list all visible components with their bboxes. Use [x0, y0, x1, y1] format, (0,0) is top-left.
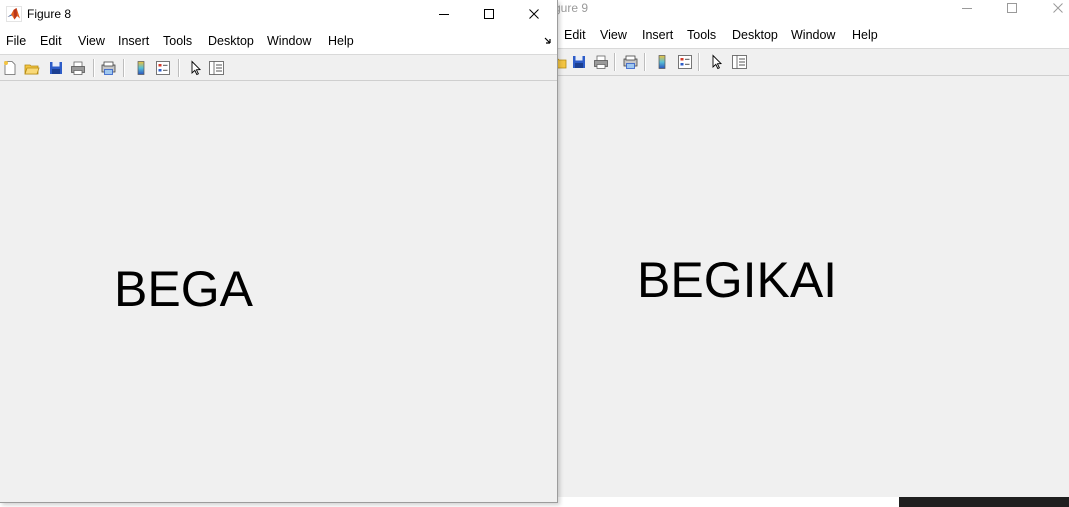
property-inspector-button[interactable]	[207, 58, 226, 77]
save-button[interactable]	[569, 52, 588, 71]
figure-8-window[interactable]: Figure 8 File Edit View Insert Tools Des…	[0, 0, 558, 503]
maximize-icon	[484, 9, 494, 19]
menu-help[interactable]: Help	[328, 28, 354, 54]
save-icon	[49, 61, 62, 74]
figure-9-menubar: Edit View Insert Tools Desktop Window He…	[540, 22, 1069, 49]
colorbar-icon	[658, 54, 665, 69]
figure-9-canvas[interactable]: BEGIKAI	[558, 76, 1069, 497]
legend-button[interactable]	[153, 58, 172, 77]
menu-edit[interactable]: Edit	[564, 22, 586, 48]
pointer-icon	[191, 59, 201, 75]
figure-8-toolbar	[0, 55, 557, 81]
menu-window[interactable]: Window	[791, 22, 835, 48]
maximize-button[interactable]	[989, 0, 1035, 16]
pointer-button[interactable]	[707, 52, 726, 71]
menu-edit[interactable]: Edit	[40, 28, 62, 54]
print-preview-button[interactable]	[621, 52, 640, 71]
minimize-button[interactable]	[421, 0, 467, 28]
figure-9-text-label: BEGIKAI	[637, 252, 838, 308]
property-inspector-icon	[732, 54, 747, 69]
minimize-button[interactable]	[944, 0, 990, 16]
toolbar-separator	[614, 53, 616, 71]
open-file-icon	[23, 64, 40, 74]
figure-9-window[interactable]: gure 9 Edit View Insert Tools Desktop Wi…	[540, 0, 1069, 497]
toolbar-separator	[93, 59, 95, 77]
new-figure-icon	[3, 60, 15, 75]
menu-file[interactable]: File	[6, 28, 26, 54]
taskbar-strip	[899, 497, 1069, 507]
menu-view[interactable]: View	[600, 22, 627, 48]
colorbar-button[interactable]	[652, 52, 671, 71]
save-icon	[572, 55, 585, 68]
property-inspector-button[interactable]	[730, 52, 749, 71]
print-preview-button[interactable]	[99, 58, 118, 77]
menu-help[interactable]: Help	[852, 22, 878, 48]
menu-window[interactable]: Window	[267, 28, 311, 54]
minimize-icon	[439, 14, 449, 15]
figure-9-toolbar	[540, 49, 1069, 76]
property-inspector-icon	[209, 60, 224, 75]
toolbar-separator	[698, 53, 700, 71]
legend-icon	[677, 54, 692, 69]
figure-8-menubar: File Edit View Insert Tools Desktop Wind…	[0, 28, 557, 55]
print-button[interactable]	[591, 52, 610, 71]
menu-desktop[interactable]: Desktop	[208, 28, 254, 54]
pointer-button[interactable]	[186, 58, 205, 77]
matlab-logo-icon	[6, 6, 22, 22]
legend-button[interactable]	[675, 52, 694, 71]
close-button[interactable]	[1035, 0, 1069, 16]
figure-9-titlebar[interactable]: gure 9	[540, 0, 1069, 22]
print-preview-icon	[623, 55, 638, 69]
menu-tools[interactable]: Tools	[687, 22, 716, 48]
maximize-icon	[1007, 3, 1017, 13]
new-figure-button[interactable]	[0, 58, 19, 77]
figure-8-titlebar[interactable]: Figure 8	[0, 0, 557, 28]
colorbar-button[interactable]	[131, 58, 150, 77]
toolbar-separator	[644, 53, 646, 71]
dock-arrow-icon[interactable]	[544, 35, 554, 45]
menu-insert[interactable]: Insert	[118, 28, 149, 54]
close-icon	[1053, 3, 1063, 13]
minimize-icon	[962, 8, 972, 9]
figure-8-canvas[interactable]: BEGA	[0, 81, 557, 502]
maximize-button[interactable]	[466, 0, 512, 28]
open-file-button[interactable]	[22, 58, 41, 77]
toolbar-separator	[178, 59, 180, 77]
colorbar-icon	[137, 60, 144, 75]
print-button[interactable]	[68, 58, 87, 77]
pointer-icon	[712, 53, 722, 69]
figure-8-title: Figure 8	[27, 7, 72, 21]
figure-8-text-label: BEGA	[114, 261, 253, 317]
toolbar-separator	[123, 59, 125, 77]
close-icon	[529, 9, 539, 19]
print-preview-icon	[101, 61, 116, 75]
print-icon	[593, 55, 608, 69]
save-button[interactable]	[46, 58, 65, 77]
desktop-screen: gure 9 Edit View Insert Tools Desktop Wi…	[0, 0, 1069, 507]
menu-desktop[interactable]: Desktop	[732, 22, 778, 48]
menu-view[interactable]: View	[78, 28, 105, 54]
print-icon	[70, 61, 85, 75]
menu-tools[interactable]: Tools	[163, 28, 192, 54]
legend-icon	[155, 60, 170, 75]
figure-9-title: gure 9	[554, 1, 589, 15]
menu-insert[interactable]: Insert	[642, 22, 673, 48]
close-button[interactable]	[511, 0, 557, 28]
